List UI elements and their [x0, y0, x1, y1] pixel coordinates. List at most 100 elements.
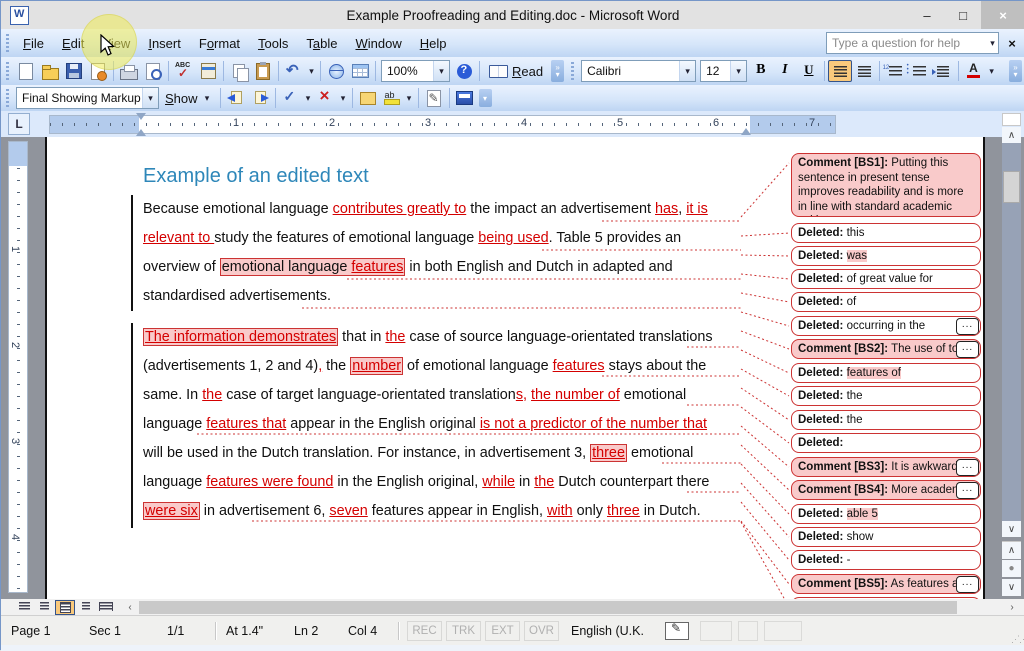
chevron-down-icon[interactable]: ▾ [987, 38, 998, 49]
research-button[interactable] [196, 60, 220, 82]
undo-button[interactable] [282, 60, 306, 82]
accept-change-button[interactable] [279, 87, 303, 109]
previous-page-icon[interactable]: ∧ [1002, 541, 1021, 559]
balloon-comment[interactable]: Comment [BS1]: Putting this sentence in … [791, 153, 981, 217]
insert-comment-button[interactable] [356, 87, 380, 109]
horizontal-ruler[interactable]: 1234567 [49, 115, 836, 134]
balloon-comment[interactable]: Comment [BS2]: The use of too... [791, 339, 981, 359]
comment-reference[interactable]: were six [143, 502, 200, 520]
numbering-button[interactable] [883, 60, 907, 82]
balloon-deleted[interactable]: Deleted: of [791, 292, 981, 312]
more-button[interactable]: ... [956, 318, 979, 335]
menu-help[interactable]: Help [411, 32, 456, 55]
insert-hyperlink-button[interactable] [324, 60, 348, 82]
menu-format[interactable]: Format [190, 32, 249, 55]
document-text[interactable]: Example of an edited text Because emotio… [143, 161, 783, 526]
toolbar-grip[interactable] [6, 62, 9, 81]
normal-view-button[interactable] [15, 600, 33, 613]
balloon-deleted[interactable]: Deleted: - [791, 550, 981, 570]
chevron-down-icon[interactable]: ▾ [142, 88, 158, 108]
print-layout-view-button[interactable] [55, 600, 75, 615]
spelling-button[interactable] [172, 60, 196, 82]
balloon-deleted[interactable]: Deleted: of great value for [791, 269, 981, 289]
vertical-scroll-thumb[interactable] [1003, 171, 1020, 203]
bullets-button[interactable] [907, 60, 931, 82]
align-left-button[interactable] [828, 60, 852, 82]
vertical-scrollbar[interactable]: ∧ ∨ ∧ ● ∨ [1002, 113, 1021, 599]
next-change-button[interactable] [248, 87, 272, 109]
menu-insert[interactable]: Insert [139, 32, 190, 55]
display-for-review-select[interactable]: Final Showing Markup ▾ [16, 87, 159, 109]
font-size-select[interactable]: 12 ▾ [700, 60, 747, 82]
help-button[interactable] [452, 60, 476, 82]
maximize-button[interactable]: □ [945, 1, 981, 29]
menu-table[interactable]: Table [297, 32, 346, 55]
reviewing-pane-button[interactable] [453, 87, 477, 109]
more-button[interactable]: ... [956, 341, 979, 358]
indent-button[interactable] [931, 60, 955, 82]
next-page-icon[interactable]: ∨ [1002, 579, 1021, 596]
zoom-select[interactable]: 100% ▾ [381, 60, 450, 82]
resize-grip[interactable]: ⋰⋰ [1011, 634, 1021, 644]
menu-tools[interactable]: Tools [249, 32, 297, 55]
previous-change-button[interactable] [224, 87, 248, 109]
highlight-button[interactable] [380, 87, 404, 109]
italic-button[interactable] [773, 60, 797, 82]
underline-button[interactable] [797, 60, 821, 82]
balloon-comment[interactable]: Comment [BS5]: As features are... [791, 574, 981, 594]
web-layout-view-button[interactable] [35, 600, 53, 613]
bold-button[interactable] [749, 60, 773, 82]
comment-reference[interactable]: The information demonstrates [143, 328, 338, 346]
more-button[interactable]: ... [956, 576, 979, 593]
more-button[interactable]: ... [956, 459, 979, 476]
open-button[interactable] [38, 60, 62, 82]
toolbar-options-chevron[interactable]: »▾ [1009, 60, 1022, 82]
paste-button[interactable] [251, 60, 275, 82]
balloon-deleted[interactable]: Deleted: was [791, 246, 981, 266]
chevron-down-icon[interactable]: ▾ [730, 61, 746, 81]
select-browse-object-icon[interactable]: ● [1002, 560, 1021, 577]
close-button[interactable]: × [981, 1, 1024, 29]
scroll-down-icon[interactable]: ∨ [1002, 521, 1021, 537]
reading-layout-view-button[interactable] [97, 600, 115, 613]
chevron-down-icon[interactable]: ▾ [433, 61, 449, 81]
comment-reference[interactable]: number [350, 357, 403, 375]
balloon-deleted[interactable]: Deleted: occurring in the... [791, 316, 981, 336]
toolbar-grip[interactable] [571, 62, 574, 81]
scroll-right-icon[interactable]: › [1005, 601, 1019, 614]
balloon-deleted[interactable]: Deleted: able 5 [791, 504, 981, 524]
chevron-down-icon[interactable]: ▾ [338, 93, 349, 104]
first-line-indent-marker[interactable] [136, 113, 146, 120]
tab-stop-selector[interactable]: L [8, 113, 30, 135]
more-button[interactable]: ... [956, 482, 979, 499]
status-toggle-trk[interactable]: TRK [446, 621, 481, 641]
document-page[interactable]: Example of an edited text Because emotio… [45, 137, 985, 599]
chevron-down-icon[interactable]: ▾ [303, 93, 314, 104]
menubar-close-icon[interactable]: × [999, 36, 1024, 51]
print-preview-button[interactable] [141, 60, 165, 82]
toolbar-grip[interactable] [6, 89, 9, 108]
chevron-down-icon[interactable]: ▾ [306, 66, 317, 77]
scroll-up-icon[interactable]: ∧ [1002, 127, 1021, 143]
vertical-ruler[interactable]: 1234 [8, 141, 28, 593]
balloon-deleted[interactable]: Deleted: this [791, 223, 981, 243]
chevron-down-icon[interactable]: ▾ [986, 66, 997, 77]
font-color-button[interactable] [962, 60, 986, 82]
toolbar-options-chevron[interactable]: ▾ [479, 89, 492, 107]
outline-view-button[interactable] [77, 600, 95, 613]
balloon-deleted[interactable]: Deleted: [791, 433, 981, 453]
right-indent-marker[interactable] [741, 128, 751, 135]
comment-reference[interactable]: three [590, 444, 627, 462]
read-button[interactable]: Read [483, 62, 549, 81]
proofing-status-icon[interactable] [665, 622, 689, 640]
save-button[interactable] [62, 60, 86, 82]
show-menu-button[interactable]: Show ▾ [161, 91, 217, 106]
track-changes-button[interactable] [422, 87, 446, 109]
chevron-down-icon[interactable]: ▾ [404, 93, 415, 104]
balloon-deleted[interactable]: Deleted: features of [791, 363, 981, 383]
reject-change-button[interactable] [314, 87, 338, 109]
balloon-deleted[interactable]: Deleted: the [791, 410, 981, 430]
font-name-select[interactable]: Calibri ▾ [581, 60, 696, 82]
chevron-down-icon[interactable]: ▾ [679, 61, 695, 81]
status-toggle-ext[interactable]: EXT [485, 621, 520, 641]
